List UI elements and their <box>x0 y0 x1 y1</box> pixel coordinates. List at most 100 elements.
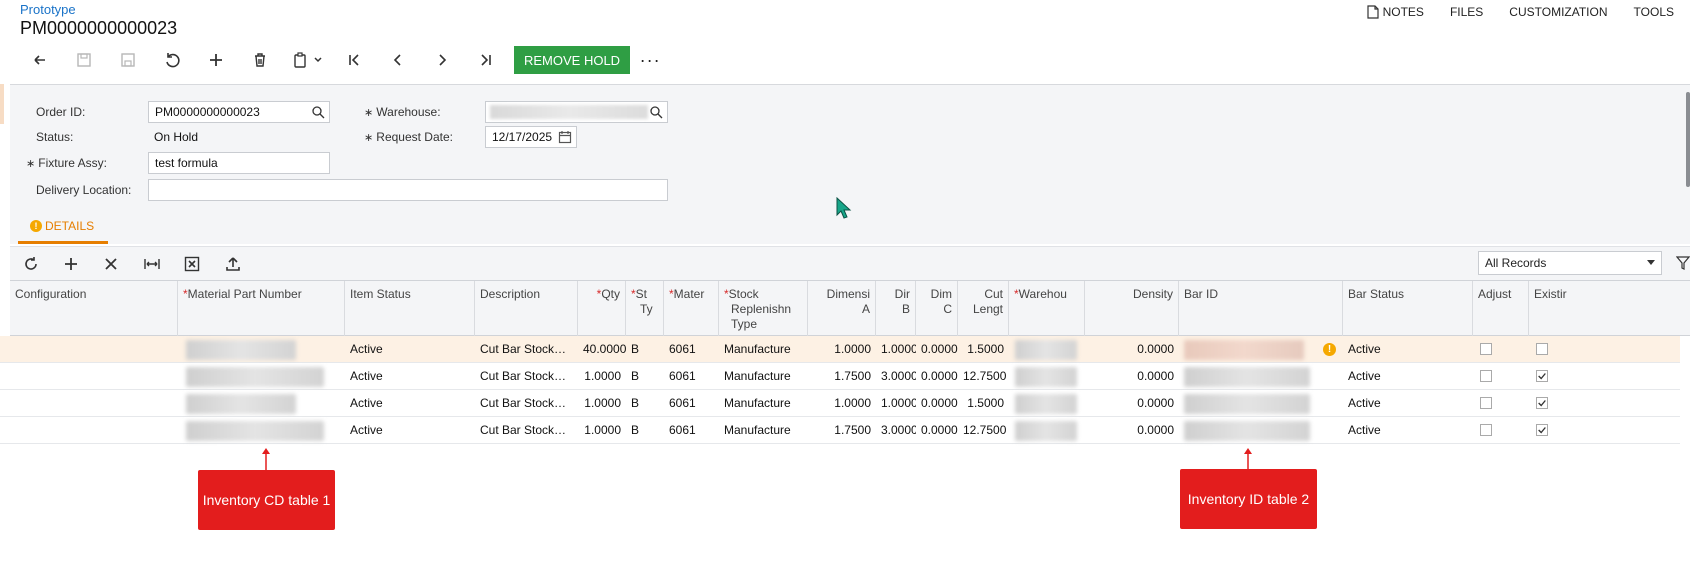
adjust-checkbox[interactable] <box>1480 343 1492 355</box>
delete-row-icon[interactable] <box>102 255 120 273</box>
col-adjust[interactable]: Adjust <box>1473 281 1529 337</box>
cell-dim-a[interactable]: 1.0000 <box>808 390 876 417</box>
adjust-checkbox[interactable] <box>1480 370 1492 382</box>
cell-repl[interactable]: Manufacture <box>719 390 808 417</box>
cell-st[interactable]: B <box>626 390 664 417</box>
delete-button[interactable] <box>238 46 282 74</box>
table-row[interactable]: Active Cut Bar Stock… 40.0000 B 6061 Manufact… <box>0 336 1680 363</box>
cell-st[interactable]: B <box>626 336 664 363</box>
cell-repl[interactable]: Manufacture <box>719 363 808 390</box>
cell-item-status[interactable]: Active <box>345 336 475 363</box>
last-record-button[interactable] <box>464 46 508 74</box>
search-icon[interactable] <box>311 105 325 119</box>
cell-st[interactable]: B <box>626 363 664 390</box>
records-filter-select[interactable]: All Records <box>1478 251 1662 275</box>
copy-paste-menu[interactable] <box>282 46 332 74</box>
cell-bar-status[interactable]: Active <box>1343 390 1473 417</box>
col-dimension-a[interactable]: Dimensi A <box>808 281 876 337</box>
cell-bar-status[interactable]: Active <box>1343 417 1473 444</box>
cell-mater[interactable]: 6061 <box>664 390 719 417</box>
remove-hold-button[interactable]: REMOVE HOLD <box>514 46 631 74</box>
order-id-field[interactable]: PM0000000000023 <box>148 101 330 123</box>
upload-icon[interactable] <box>224 255 242 273</box>
vertical-scrollbar[interactable] <box>1686 92 1690 187</box>
cell-dim-b[interactable]: 3.0000 <box>876 363 916 390</box>
col-item-status[interactable]: Item Status <box>345 281 475 337</box>
cell-dim-c[interactable]: 0.0000 <box>916 336 958 363</box>
export-excel-icon[interactable] <box>183 255 201 273</box>
refresh-icon[interactable] <box>22 255 40 273</box>
cell-dim-a[interactable]: 1.0000 <box>808 336 876 363</box>
save-button[interactable] <box>106 46 150 74</box>
col-qty[interactable]: *Qty <box>578 281 626 337</box>
cell-mater[interactable]: 6061 <box>664 363 719 390</box>
warehouse-field[interactable] <box>485 101 668 123</box>
customization-link[interactable]: CUSTOMIZATION <box>1509 5 1607 19</box>
undo-button[interactable] <box>18 46 62 74</box>
breadcrumb[interactable]: Prototype <box>20 2 76 17</box>
cell-cut[interactable]: 12.7500 <box>958 417 1009 444</box>
fit-columns-icon[interactable] <box>143 255 161 273</box>
cell-dim-a[interactable]: 1.7500 <box>808 363 876 390</box>
cell-density[interactable]: 0.0000 <box>1085 417 1179 444</box>
add-row-icon[interactable] <box>62 255 80 273</box>
cell-dim-b[interactable]: 3.0000 <box>876 417 916 444</box>
cell-st[interactable]: B <box>626 417 664 444</box>
col-density[interactable]: Density <box>1085 281 1179 337</box>
existing-checkbox[interactable] <box>1536 397 1548 409</box>
table-row[interactable]: Active Cut Bar Stock… 1.0000 B 6061 Manufactu… <box>0 390 1680 417</box>
col-bar-id[interactable]: Bar ID <box>1179 281 1343 337</box>
cell-cut[interactable]: 1.5000 <box>958 336 1009 363</box>
calendar-icon[interactable] <box>558 130 572 144</box>
col-material-part-number[interactable]: *Material Part Number <box>178 281 345 337</box>
cell-dim-b[interactable]: 1.0000 <box>876 336 916 363</box>
more-actions-button[interactable]: ··· <box>630 50 670 71</box>
cell-mater[interactable]: 6061 <box>664 417 719 444</box>
adjust-checkbox[interactable] <box>1480 397 1492 409</box>
col-bar-status[interactable]: Bar Status <box>1343 281 1473 337</box>
cell-qty[interactable]: 1.0000 <box>578 363 626 390</box>
cell-qty[interactable]: 1.0000 <box>578 417 626 444</box>
previous-record-button[interactable] <box>376 46 420 74</box>
files-link[interactable]: FILES <box>1450 5 1483 19</box>
search-icon[interactable] <box>649 105 663 119</box>
next-record-button[interactable] <box>420 46 464 74</box>
adjust-checkbox[interactable] <box>1480 424 1492 436</box>
cell-cut[interactable]: 12.7500 <box>958 363 1009 390</box>
table-row[interactable]: Active Cut Bar Stock… 1.0000 B 6061 Manufactu… <box>0 363 1680 390</box>
save-close-button[interactable] <box>62 46 106 74</box>
cell-dim-b[interactable]: 1.0000 <box>876 390 916 417</box>
table-row[interactable]: Active Cut Bar Stock… 1.0000 B 6061 Manufactu… <box>0 417 1680 444</box>
tools-link[interactable]: TOOLS <box>1634 5 1674 19</box>
existing-checkbox[interactable] <box>1536 370 1548 382</box>
delivery-location-field[interactable] <box>148 179 668 201</box>
cell-dim-c[interactable]: 0.0000 <box>916 390 958 417</box>
cell-description[interactable]: Cut Bar Stock… <box>475 390 578 417</box>
cell-density[interactable]: 0.0000 <box>1085 363 1179 390</box>
col-dimension-c[interactable]: Dim C <box>916 281 958 337</box>
cell-item-status[interactable]: Active <box>345 363 475 390</box>
fixture-assy-field[interactable]: test formula <box>148 152 330 174</box>
existing-checkbox[interactable] <box>1536 343 1548 355</box>
cell-bar-status[interactable]: Active <box>1343 363 1473 390</box>
cancel-changes-button[interactable] <box>150 46 194 74</box>
cell-description[interactable]: Cut Bar Stock… <box>475 363 578 390</box>
col-configuration[interactable]: Configuration <box>10 281 178 337</box>
cell-density[interactable]: 0.0000 <box>1085 390 1179 417</box>
notes-link[interactable]: NOTES <box>1366 5 1424 19</box>
cell-mater[interactable]: 6061 <box>664 336 719 363</box>
cell-bar-status[interactable]: Active <box>1343 336 1473 363</box>
cell-qty[interactable]: 40.0000 <box>578 336 626 363</box>
tab-details[interactable]: ! DETAILS <box>18 210 108 244</box>
cell-dim-c[interactable]: 0.0000 <box>916 417 958 444</box>
col-stock-replenishment-type[interactable]: *Stock Replenishn Type <box>719 281 808 337</box>
request-date-field[interactable]: 12/17/2025 <box>485 126 577 148</box>
cell-dim-c[interactable]: 0.0000 <box>916 363 958 390</box>
cell-description[interactable]: Cut Bar Stock… <box>475 417 578 444</box>
cell-description[interactable]: Cut Bar Stock… <box>475 336 578 363</box>
col-stock-type[interactable]: *St Ty <box>626 281 664 337</box>
first-record-button[interactable] <box>332 46 376 74</box>
filter-icon[interactable] <box>1676 256 1690 270</box>
col-material[interactable]: *Mater <box>664 281 719 337</box>
cell-cut[interactable]: 1.5000 <box>958 390 1009 417</box>
